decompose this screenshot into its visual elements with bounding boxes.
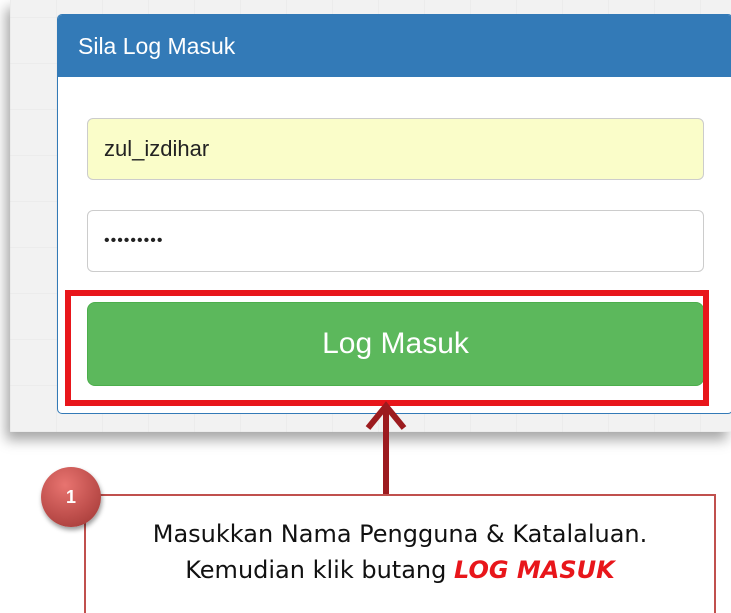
instruction-emphasis: LOG MASUK	[454, 556, 615, 584]
instruction-line-2: Kemudian klik butang LOG MASUK	[86, 552, 714, 588]
instruction-callout: Masukkan Nama Pengguna & Katalaluan. Kem…	[84, 494, 716, 613]
instruction-line-1: Masukkan Nama Pengguna & Katalaluan.	[152, 520, 648, 548]
login-panel: Sila Log Masuk zul_izdihar ••••••••• Log…	[57, 14, 731, 414]
username-field[interactable]: zul_izdihar	[87, 118, 704, 180]
step-number-badge: 1	[41, 467, 101, 527]
tutorial-stage: Sila Log Masuk zul_izdihar ••••••••• Log…	[0, 0, 731, 613]
panel-title: Sila Log Masuk	[58, 15, 731, 77]
screenshot-frame: Sila Log Masuk zul_izdihar ••••••••• Log…	[10, 0, 731, 432]
password-field[interactable]: •••••••••	[87, 210, 704, 272]
login-button[interactable]: Log Masuk	[87, 302, 704, 386]
instruction-line-2-prefix: Kemudian klik butang	[185, 556, 454, 584]
